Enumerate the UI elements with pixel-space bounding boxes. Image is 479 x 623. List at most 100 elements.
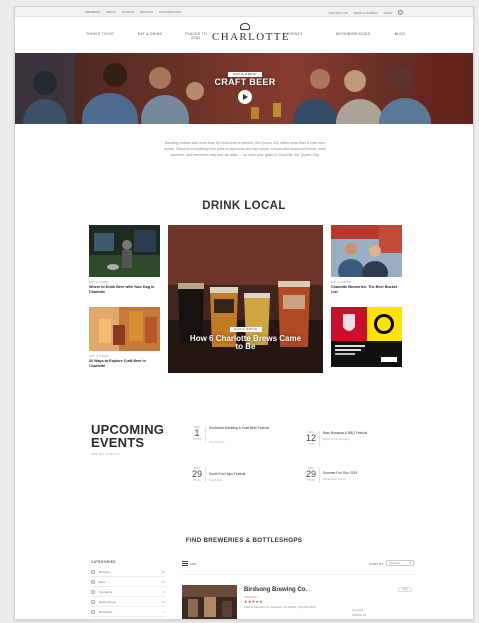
nav-events[interactable]: EVENTS xyxy=(280,32,310,36)
promo-card-soccer[interactable] xyxy=(331,307,402,367)
util-link-conventions[interactable]: CONVENTIONS xyxy=(159,10,181,14)
event-divider xyxy=(319,467,320,483)
article-card-dog[interactable]: EAT & DRINK Where to Drink Beer with You… xyxy=(89,225,160,303)
event-date: NOV 29 THURS xyxy=(191,467,203,482)
filter-label: Brewpubs xyxy=(99,610,113,614)
event-weekday: THURS xyxy=(192,438,202,441)
event-name: Brau Bonanza & BBQ Festival xyxy=(323,431,368,435)
filter-count: 8 xyxy=(163,590,165,594)
save-button[interactable]: SAVE xyxy=(398,587,412,592)
results-panel: LIST SORT BY Featured Birdsong Brewing C… xyxy=(182,558,414,619)
filter-count: 6 xyxy=(163,610,165,614)
nav-eat-drink[interactable]: EAT & DRINK xyxy=(135,32,165,36)
filter-option[interactable]: Taprooms 8 xyxy=(91,589,165,597)
filter-checkbox[interactable] xyxy=(91,610,95,614)
brewery-links: HOURS WEBSITE xyxy=(352,608,367,618)
util-link-contact[interactable]: CONTACT US xyxy=(329,11,348,15)
filter-option[interactable]: Brewery 40 xyxy=(91,569,165,577)
nav-things-to-do[interactable]: THINGS TO DO xyxy=(85,32,115,36)
event-item[interactable]: NOV 29 THURS Summer Fun Run 2019 Whitewa… xyxy=(305,467,400,487)
filter-checkbox[interactable] xyxy=(91,600,95,604)
filter-option[interactable]: Bars 15 xyxy=(91,579,165,587)
filter-count: 15 xyxy=(161,580,165,584)
list-label: LIST xyxy=(190,561,197,566)
filters-heading: CATEGORIES xyxy=(91,560,116,564)
filter-count: 40 xyxy=(161,570,165,574)
brewery-address: 1016 N Davidson St, Charlotte, NC 28206 … xyxy=(244,605,316,609)
events-title-line2: EVENTS xyxy=(91,435,145,450)
filter-label: Bars xyxy=(99,580,106,584)
promo-image xyxy=(331,307,402,367)
event-weekday: MON xyxy=(308,443,314,446)
hero-title: CRAFT BEER xyxy=(214,77,276,87)
filter-option[interactable]: Bottle Shops 12 xyxy=(91,599,165,607)
feature-tag: EAT & DRINK xyxy=(230,327,262,332)
event-day: 1 xyxy=(194,428,200,438)
play-video-button[interactable] xyxy=(238,90,252,104)
event-name: South End Hops Festival xyxy=(209,472,246,476)
see-all-events-link[interactable]: SEE ALL EVENTS xyxy=(91,452,120,456)
website-link[interactable]: WEBSITE xyxy=(352,613,367,618)
event-date: NOV 12 MON xyxy=(305,431,317,446)
nav-blog[interactable]: BLOG xyxy=(385,32,415,36)
filter-checkbox[interactable] xyxy=(91,570,95,574)
util-link-sports[interactable]: SPORTS xyxy=(122,10,134,14)
list-view-toggle[interactable]: LIST xyxy=(182,561,196,566)
find-breweries-title: FIND BREWERIES & BOTTLESHOPS xyxy=(185,537,303,544)
feature-title: How 6 Charlotte Brews Came to Be xyxy=(189,334,302,352)
charlotte-logo[interactable]: CHARLOTTE xyxy=(212,23,289,43)
util-link-maps[interactable]: MAPS & GUIDES xyxy=(354,11,378,15)
article-image xyxy=(89,225,160,277)
utility-bar: MEMBERS MEDIA SPORTS GROUPS CONVENTIONS … xyxy=(15,7,473,17)
event-date: NOV 1 THURS xyxy=(191,426,203,441)
article-tag: EAT & DRINK xyxy=(89,280,110,284)
article-tag: EAT & DRINK xyxy=(331,280,352,284)
nav-neighborhoods[interactable]: NEIGHBORHOODS xyxy=(333,32,373,36)
filter-checkbox[interactable] xyxy=(91,580,95,584)
main-nav: THINGS TO DO EAT & DRINK PLACES TO STAY … xyxy=(15,17,473,53)
hero-banner: EAT & DRINK CRAFT BEER xyxy=(15,53,473,124)
event-divider xyxy=(205,426,206,442)
event-divider xyxy=(205,467,206,483)
brewery-result[interactable]: Birdsong Brewing Co. BREWERY ★★★★★ 1016 … xyxy=(182,574,414,619)
drink-local-title: DRINK LOCAL xyxy=(202,200,286,212)
utility-links-left: MEMBERS MEDIA SPORTS GROUPS CONVENTIONS xyxy=(85,10,181,14)
filter-count: 12 xyxy=(161,600,165,604)
filter-label: Brewery xyxy=(99,570,111,574)
event-weekday: THURS xyxy=(306,479,316,482)
intro-text: Dazzling visitors with more than 60 loca… xyxy=(164,141,326,157)
article-title: 20 Ways to Explore Craft Beer in Charlot… xyxy=(89,359,146,368)
event-divider xyxy=(319,431,320,447)
event-location: South End xyxy=(209,478,223,482)
article-image xyxy=(331,225,402,277)
filter-label: Taprooms xyxy=(99,590,113,594)
sort-select[interactable]: Featured xyxy=(386,560,414,566)
list-icon xyxy=(182,561,188,566)
event-location: Sugar Creek Brewing xyxy=(323,437,350,441)
filter-option[interactable]: Brewpubs 6 xyxy=(91,609,165,617)
util-link-groups[interactable]: GROUPS xyxy=(140,10,153,14)
article-title: Charlotte Breweries: The Beer Bucket Lis… xyxy=(331,285,398,294)
hero-photo xyxy=(15,53,473,124)
article-card-explore[interactable]: EAT & DRINK 20 Ways to Explore Craft Bee… xyxy=(89,307,160,375)
article-card-bucket-list[interactable]: EAT & DRINK Charlotte Breweries: The Bee… xyxy=(331,225,402,303)
article-title: Where to Drink Beer with Your Dog in Cha… xyxy=(89,285,155,294)
filter-checkbox[interactable] xyxy=(91,590,95,594)
event-item[interactable]: NOV 12 MON Brau Bonanza & BBQ Festival S… xyxy=(305,431,400,451)
feature-article-card[interactable]: EAT & DRINK How 6 Charlotte Brews Came t… xyxy=(168,225,323,373)
util-link-shop[interactable]: SHOP xyxy=(383,11,392,15)
brewery-image xyxy=(182,585,237,619)
event-day: 29 xyxy=(305,469,316,479)
brewery-name[interactable]: Birdsong Brewing Co. xyxy=(244,587,307,593)
event-location: Whitewater Center xyxy=(323,477,347,481)
event-item[interactable]: NOV 29 THURS South End Hops Festival Sou… xyxy=(191,467,286,487)
event-weekday: THURS xyxy=(192,479,202,482)
events-title: UPCOMING EVENTS xyxy=(91,423,164,449)
util-link-media[interactable]: MEDIA xyxy=(106,10,116,14)
rating-stars-icon: ★★★★★ xyxy=(244,599,263,604)
search-icon[interactable] xyxy=(398,10,403,15)
util-link-members[interactable]: MEMBERS xyxy=(85,10,100,14)
event-item[interactable]: NOV 1 THURS Southeast Wedding & Craft Be… xyxy=(191,426,286,446)
nav-places-to-stay[interactable]: PLACES TO STAY xyxy=(181,32,211,40)
event-date: NOV 29 THURS xyxy=(305,467,317,482)
